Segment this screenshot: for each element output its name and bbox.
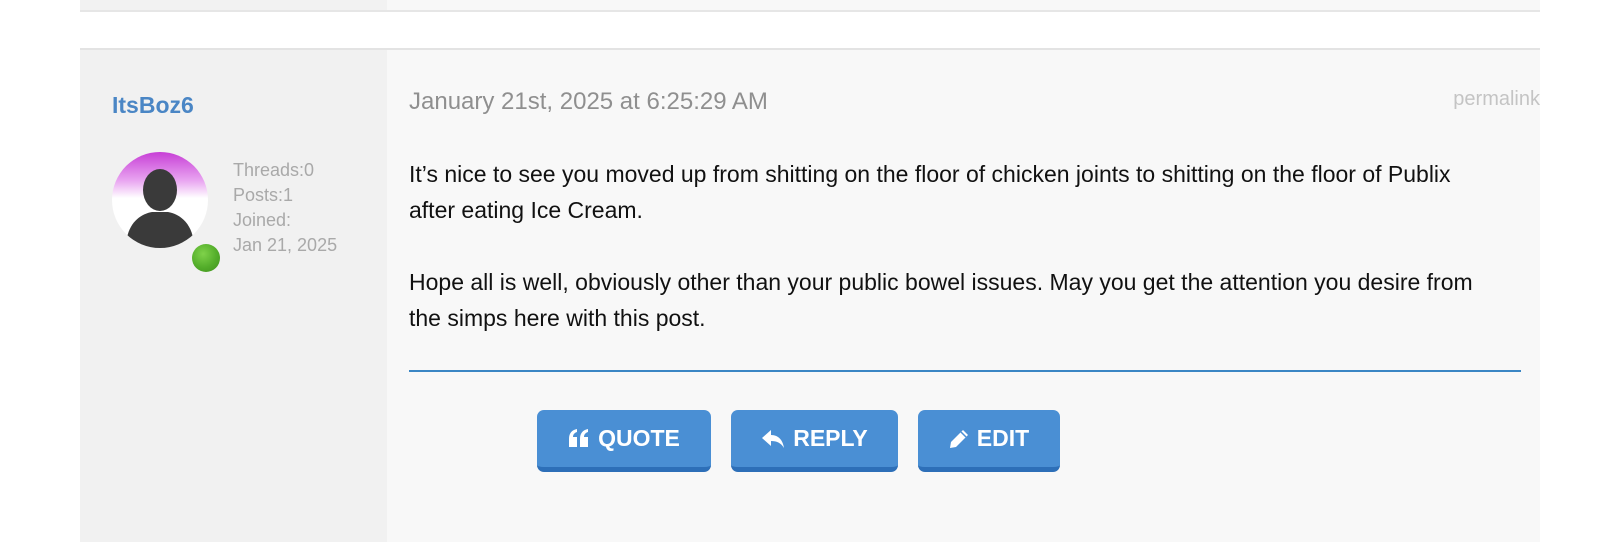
default-user-avatar-icon bbox=[126, 169, 194, 248]
post-paragraph: It’s nice to see you moved up from shitt… bbox=[409, 161, 1451, 223]
author-username-link[interactable]: ItsBoz6 bbox=[112, 92, 194, 119]
online-status-icon bbox=[192, 244, 220, 272]
quote-button-label: QUOTE bbox=[598, 425, 680, 451]
quote-icon bbox=[568, 428, 590, 449]
post-divider bbox=[409, 370, 1521, 372]
reply-button[interactable]: REPLY bbox=[731, 410, 898, 472]
edit-button[interactable]: EDIT bbox=[918, 410, 1060, 472]
reply-icon bbox=[761, 429, 785, 449]
quote-button[interactable]: QUOTE bbox=[537, 410, 711, 472]
author-avatar[interactable] bbox=[112, 152, 208, 248]
forum-post: ItsBoz6 Threads:0 Posts:1 Joined: Jan 21… bbox=[80, 48, 1540, 542]
author-stats: Threads:0 Posts:1 Joined: Jan 21, 2025 bbox=[233, 158, 337, 258]
post-body: It’s nice to see you moved up from shitt… bbox=[409, 156, 1499, 372]
post-author-sidebar: ItsBoz6 Threads:0 Posts:1 Joined: Jan 21… bbox=[80, 50, 387, 542]
author-threads-count: Threads:0 bbox=[233, 160, 315, 180]
post-paragraph: Hope all is well, obviously other than y… bbox=[409, 269, 1473, 331]
edit-button-label: EDIT bbox=[976, 425, 1030, 451]
previous-post-bottom bbox=[80, 0, 1540, 12]
author-posts-count: Posts:1 bbox=[233, 185, 294, 205]
reply-button-label: REPLY bbox=[793, 425, 868, 451]
post-content-area: January 21st, 2025 at 6:25:29 AM permali… bbox=[387, 50, 1540, 542]
previous-post-body bbox=[387, 0, 1540, 10]
author-joined-date: Jan 21, 2025 bbox=[233, 235, 338, 255]
permalink-link[interactable]: permalink bbox=[1453, 88, 1540, 111]
author-joined-label: Joined: bbox=[233, 210, 292, 230]
post-timestamp: January 21st, 2025 at 6:25:29 AM bbox=[409, 88, 768, 115]
pencil-icon bbox=[949, 429, 969, 449]
